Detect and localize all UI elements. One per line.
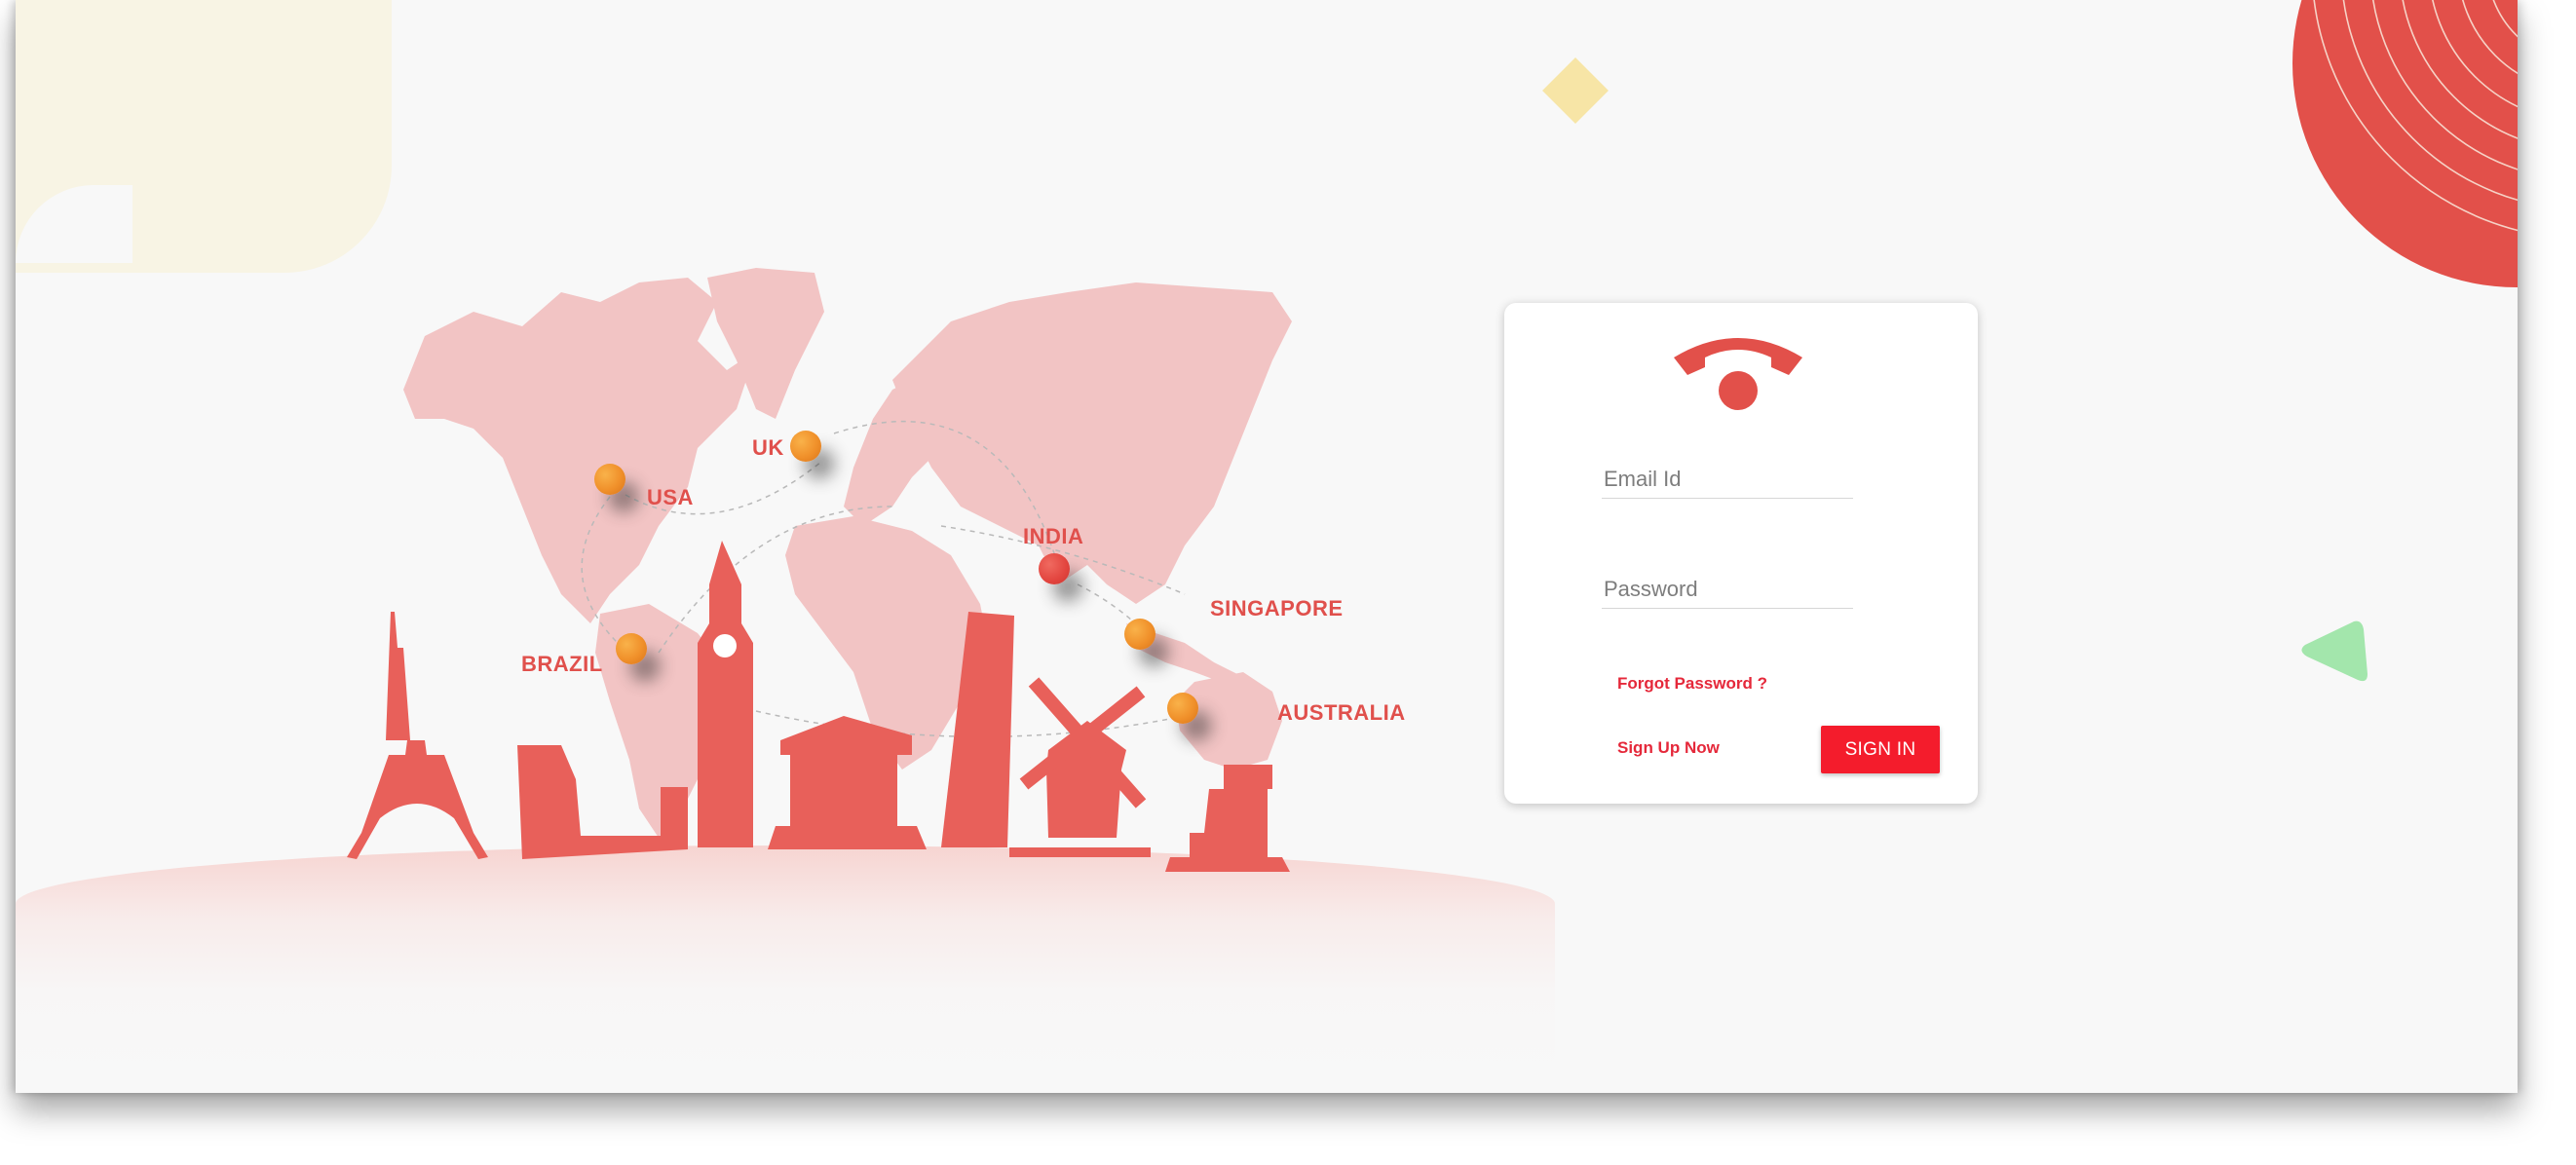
- continent-asia: [892, 282, 1292, 604]
- big-ben: [698, 541, 753, 847]
- email-input[interactable]: [1602, 467, 1853, 499]
- pin-uk[interactable]: [790, 431, 821, 462]
- location-label-usa: USA: [647, 485, 694, 509]
- pin-usa[interactable]: [594, 464, 625, 495]
- pin-singapore[interactable]: [1124, 619, 1155, 650]
- greek-temple-ruins: [1165, 765, 1290, 872]
- location-label-india: INDIA: [1023, 524, 1084, 548]
- location-label-australia: AUSTRALIA: [1277, 700, 1406, 725]
- sign-up-link[interactable]: Sign Up Now: [1617, 738, 1720, 758]
- concentric-lines-icon: [2313, 0, 2518, 232]
- phone-handset-icon: [1674, 338, 1802, 410]
- decorative-green-triangle: [2301, 620, 2368, 682]
- decorative-red-circle: [2292, 0, 2518, 287]
- parthenon: [768, 716, 927, 849]
- sign-in-button[interactable]: SIGN IN: [1821, 726, 1940, 773]
- location-label-uk: UK: [752, 435, 784, 460]
- password-input[interactable]: [1602, 577, 1853, 609]
- location-label-brazil: BRAZIL: [521, 652, 603, 676]
- continent-north-america: [403, 278, 756, 623]
- pin-india[interactable]: [1039, 553, 1070, 584]
- forgot-password-link[interactable]: Forgot Password ?: [1617, 674, 1767, 694]
- login-card: Forgot Password ? Sign Up Now SIGN IN: [1504, 303, 1978, 804]
- password-field-wrapper: [1602, 577, 1853, 609]
- eiffel-tower: [347, 612, 488, 859]
- world-map-svg: [347, 268, 1292, 872]
- email-field-wrapper: [1602, 467, 1853, 499]
- pin-brazil[interactable]: [616, 633, 647, 664]
- windmill: [1009, 677, 1151, 857]
- location-label-singapore: SINGAPORE: [1210, 596, 1344, 620]
- pin-australia[interactable]: [1167, 693, 1198, 724]
- world-map-illustration: USA UK INDIA SINGAPORE BRAZIL AUSTRALIA: [16, 0, 1574, 1093]
- clock-face-icon: [713, 634, 737, 658]
- login-page: USA UK INDIA SINGAPORE BRAZIL AUSTRALIA …: [16, 0, 2518, 1093]
